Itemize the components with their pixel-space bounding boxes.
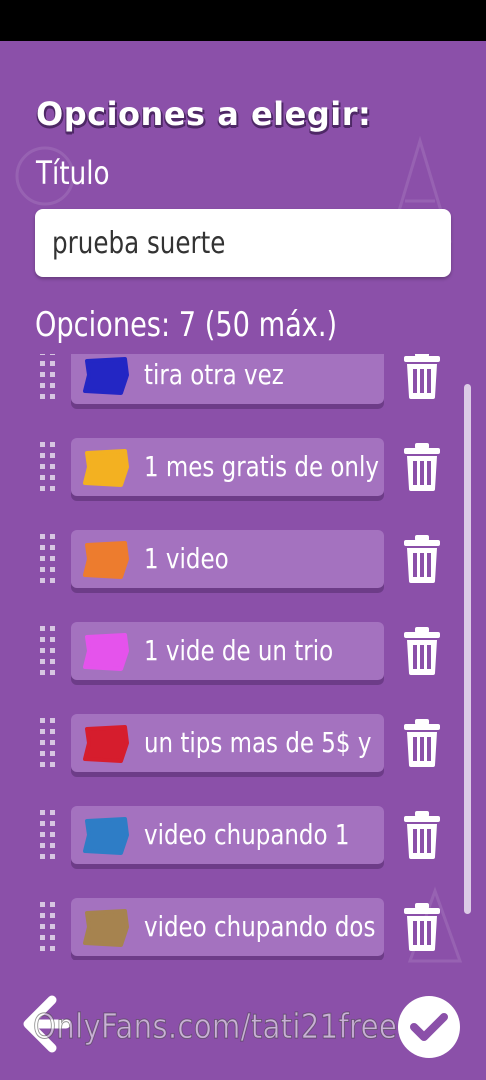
confirm-button[interactable] — [398, 996, 460, 1058]
status-bar — [0, 0, 486, 41]
option-card[interactable]: 1 video — [71, 530, 384, 588]
drag-handle-icon[interactable] — [40, 530, 56, 586]
option-label: un tips mas de 5$ y — [144, 726, 372, 759]
drag-handle-icon[interactable] — [40, 354, 56, 402]
list-item: 1 video — [0, 530, 486, 596]
option-card[interactable]: 1 mes gratis de only — [71, 438, 384, 496]
drag-handle-icon[interactable] — [40, 714, 56, 770]
option-card[interactable]: 1 vide de un trio — [71, 622, 384, 680]
list-item: 1 vide de un trio — [0, 622, 486, 688]
option-card[interactable]: tira otra vez — [71, 354, 384, 404]
color-swatch-icon[interactable] — [81, 907, 131, 949]
color-swatch-icon[interactable] — [81, 723, 131, 765]
title-input-value: prueba suerte — [52, 225, 226, 261]
options-count-label: Opciones: 7 (50 máx.) — [35, 305, 338, 345]
drag-handle-icon[interactable] — [40, 438, 56, 494]
option-label: video chupando 1 — [144, 818, 350, 851]
trash-icon[interactable] — [402, 534, 442, 584]
option-label: 1 video — [144, 542, 229, 575]
option-label: 1 mes gratis de only — [144, 450, 379, 483]
scrollbar[interactable] — [464, 384, 471, 914]
trash-icon[interactable] — [402, 810, 442, 860]
color-swatch-icon[interactable] — [81, 631, 131, 673]
trash-icon[interactable] — [402, 442, 442, 492]
option-card[interactable]: video chupando 1 — [71, 806, 384, 864]
trash-icon[interactable] — [402, 902, 442, 952]
list-item: tira otra vez — [0, 354, 486, 412]
page-title: Opciones a elegir: — [36, 95, 372, 133]
drag-handle-icon[interactable] — [40, 898, 56, 954]
option-card[interactable]: video chupando dos — [71, 898, 384, 956]
option-label: 1 vide de un trio — [144, 634, 334, 667]
list-item: video chupando 1 — [0, 806, 486, 872]
watermark: OnlyFans.com/tati21free — [33, 1007, 398, 1048]
list-item: un tips mas de 5$ y — [0, 714, 486, 780]
title-input[interactable]: prueba suerte — [35, 209, 451, 277]
color-swatch-icon[interactable] — [81, 355, 131, 397]
options-list[interactable]: tira otra vez 1 mes gratis de only 1 vid… — [0, 354, 486, 960]
app-screen: Opciones a elegir: Título prueba suerte … — [0, 41, 486, 1080]
drag-handle-icon[interactable] — [40, 622, 56, 678]
trash-icon[interactable] — [402, 354, 442, 400]
trash-icon[interactable] — [402, 718, 442, 768]
option-label: video chupando dos — [144, 910, 376, 943]
checkmark-icon — [410, 1013, 448, 1041]
title-field-label: Título — [36, 154, 110, 192]
drag-handle-icon[interactable] — [40, 806, 56, 862]
list-item: 1 mes gratis de only — [0, 438, 486, 504]
list-item: video chupando dos — [0, 898, 486, 960]
option-label: tira otra vez — [144, 358, 284, 391]
color-swatch-icon[interactable] — [81, 539, 131, 581]
color-swatch-icon[interactable] — [81, 815, 131, 857]
option-card[interactable]: un tips mas de 5$ y — [71, 714, 384, 772]
trash-icon[interactable] — [402, 626, 442, 676]
color-swatch-icon[interactable] — [81, 447, 131, 489]
